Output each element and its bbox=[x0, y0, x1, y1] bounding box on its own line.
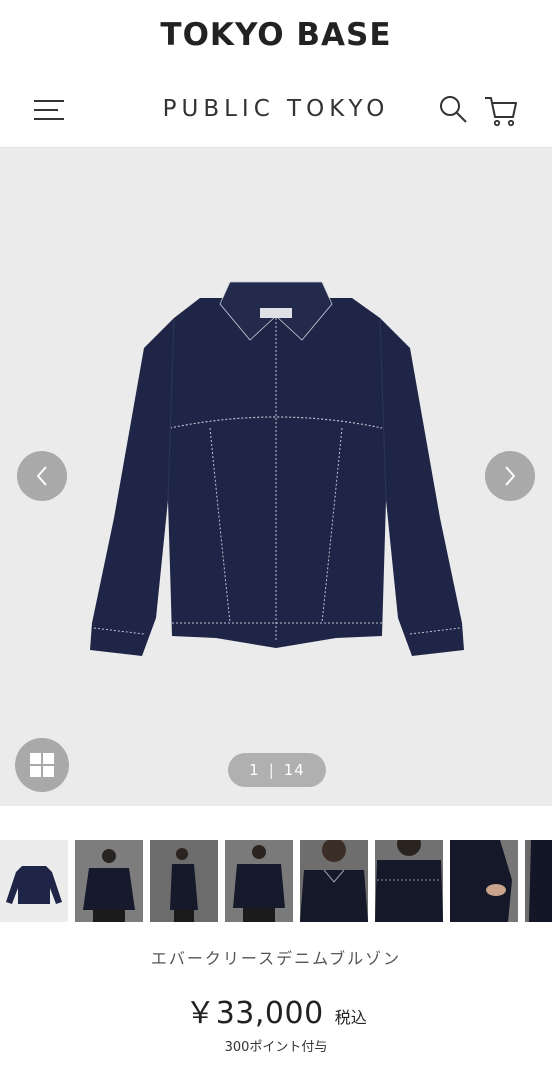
thumbnail-3[interactable] bbox=[150, 840, 218, 922]
thumbnail-5[interactable] bbox=[300, 840, 368, 922]
image-counter-current: 1 bbox=[249, 761, 260, 779]
image-counter-total: 14 bbox=[283, 761, 305, 779]
tax-label: 税込 bbox=[334, 1008, 367, 1027]
site-header: TOKYO BASE bbox=[0, 0, 552, 70]
product-name: エバークリースデニムブルゾン bbox=[150, 949, 402, 968]
thumbnail-4[interactable] bbox=[225, 840, 293, 922]
image-counter: 1 | 14 bbox=[228, 753, 326, 787]
product-image-jacket bbox=[90, 281, 464, 656]
grid-icon bbox=[30, 753, 54, 777]
thumbnail-8[interactable] bbox=[525, 840, 552, 922]
price-row: ￥33,000 税込 bbox=[0, 988, 552, 1032]
thumbnail-6[interactable] bbox=[375, 840, 443, 922]
points-label: 300ポイント付与 bbox=[224, 1040, 328, 1055]
product-price: ￥33,000 bbox=[185, 996, 324, 1031]
thumbnail-strip[interactable] bbox=[0, 840, 552, 922]
brand-logo[interactable]: TOKYO BASE bbox=[160, 17, 391, 53]
chevron-left-icon bbox=[36, 466, 47, 486]
store-title[interactable]: PUBLIC TOKYO bbox=[0, 96, 552, 122]
store-nav: PUBLIC TOKYO bbox=[0, 70, 552, 148]
thumbnail-1[interactable] bbox=[0, 840, 68, 922]
search-icon[interactable] bbox=[438, 94, 468, 124]
image-counter-separator: | bbox=[268, 761, 275, 779]
previous-image-button[interactable] bbox=[17, 451, 67, 501]
thumbnail-2[interactable] bbox=[75, 840, 143, 922]
grid-view-button[interactable] bbox=[15, 738, 69, 792]
thumbnail-7[interactable] bbox=[450, 840, 518, 922]
product-gallery[interactable]: 1 | 14 bbox=[0, 148, 552, 806]
next-image-button[interactable] bbox=[485, 451, 535, 501]
cart-icon[interactable] bbox=[484, 95, 518, 127]
chevron-right-icon bbox=[505, 466, 516, 486]
